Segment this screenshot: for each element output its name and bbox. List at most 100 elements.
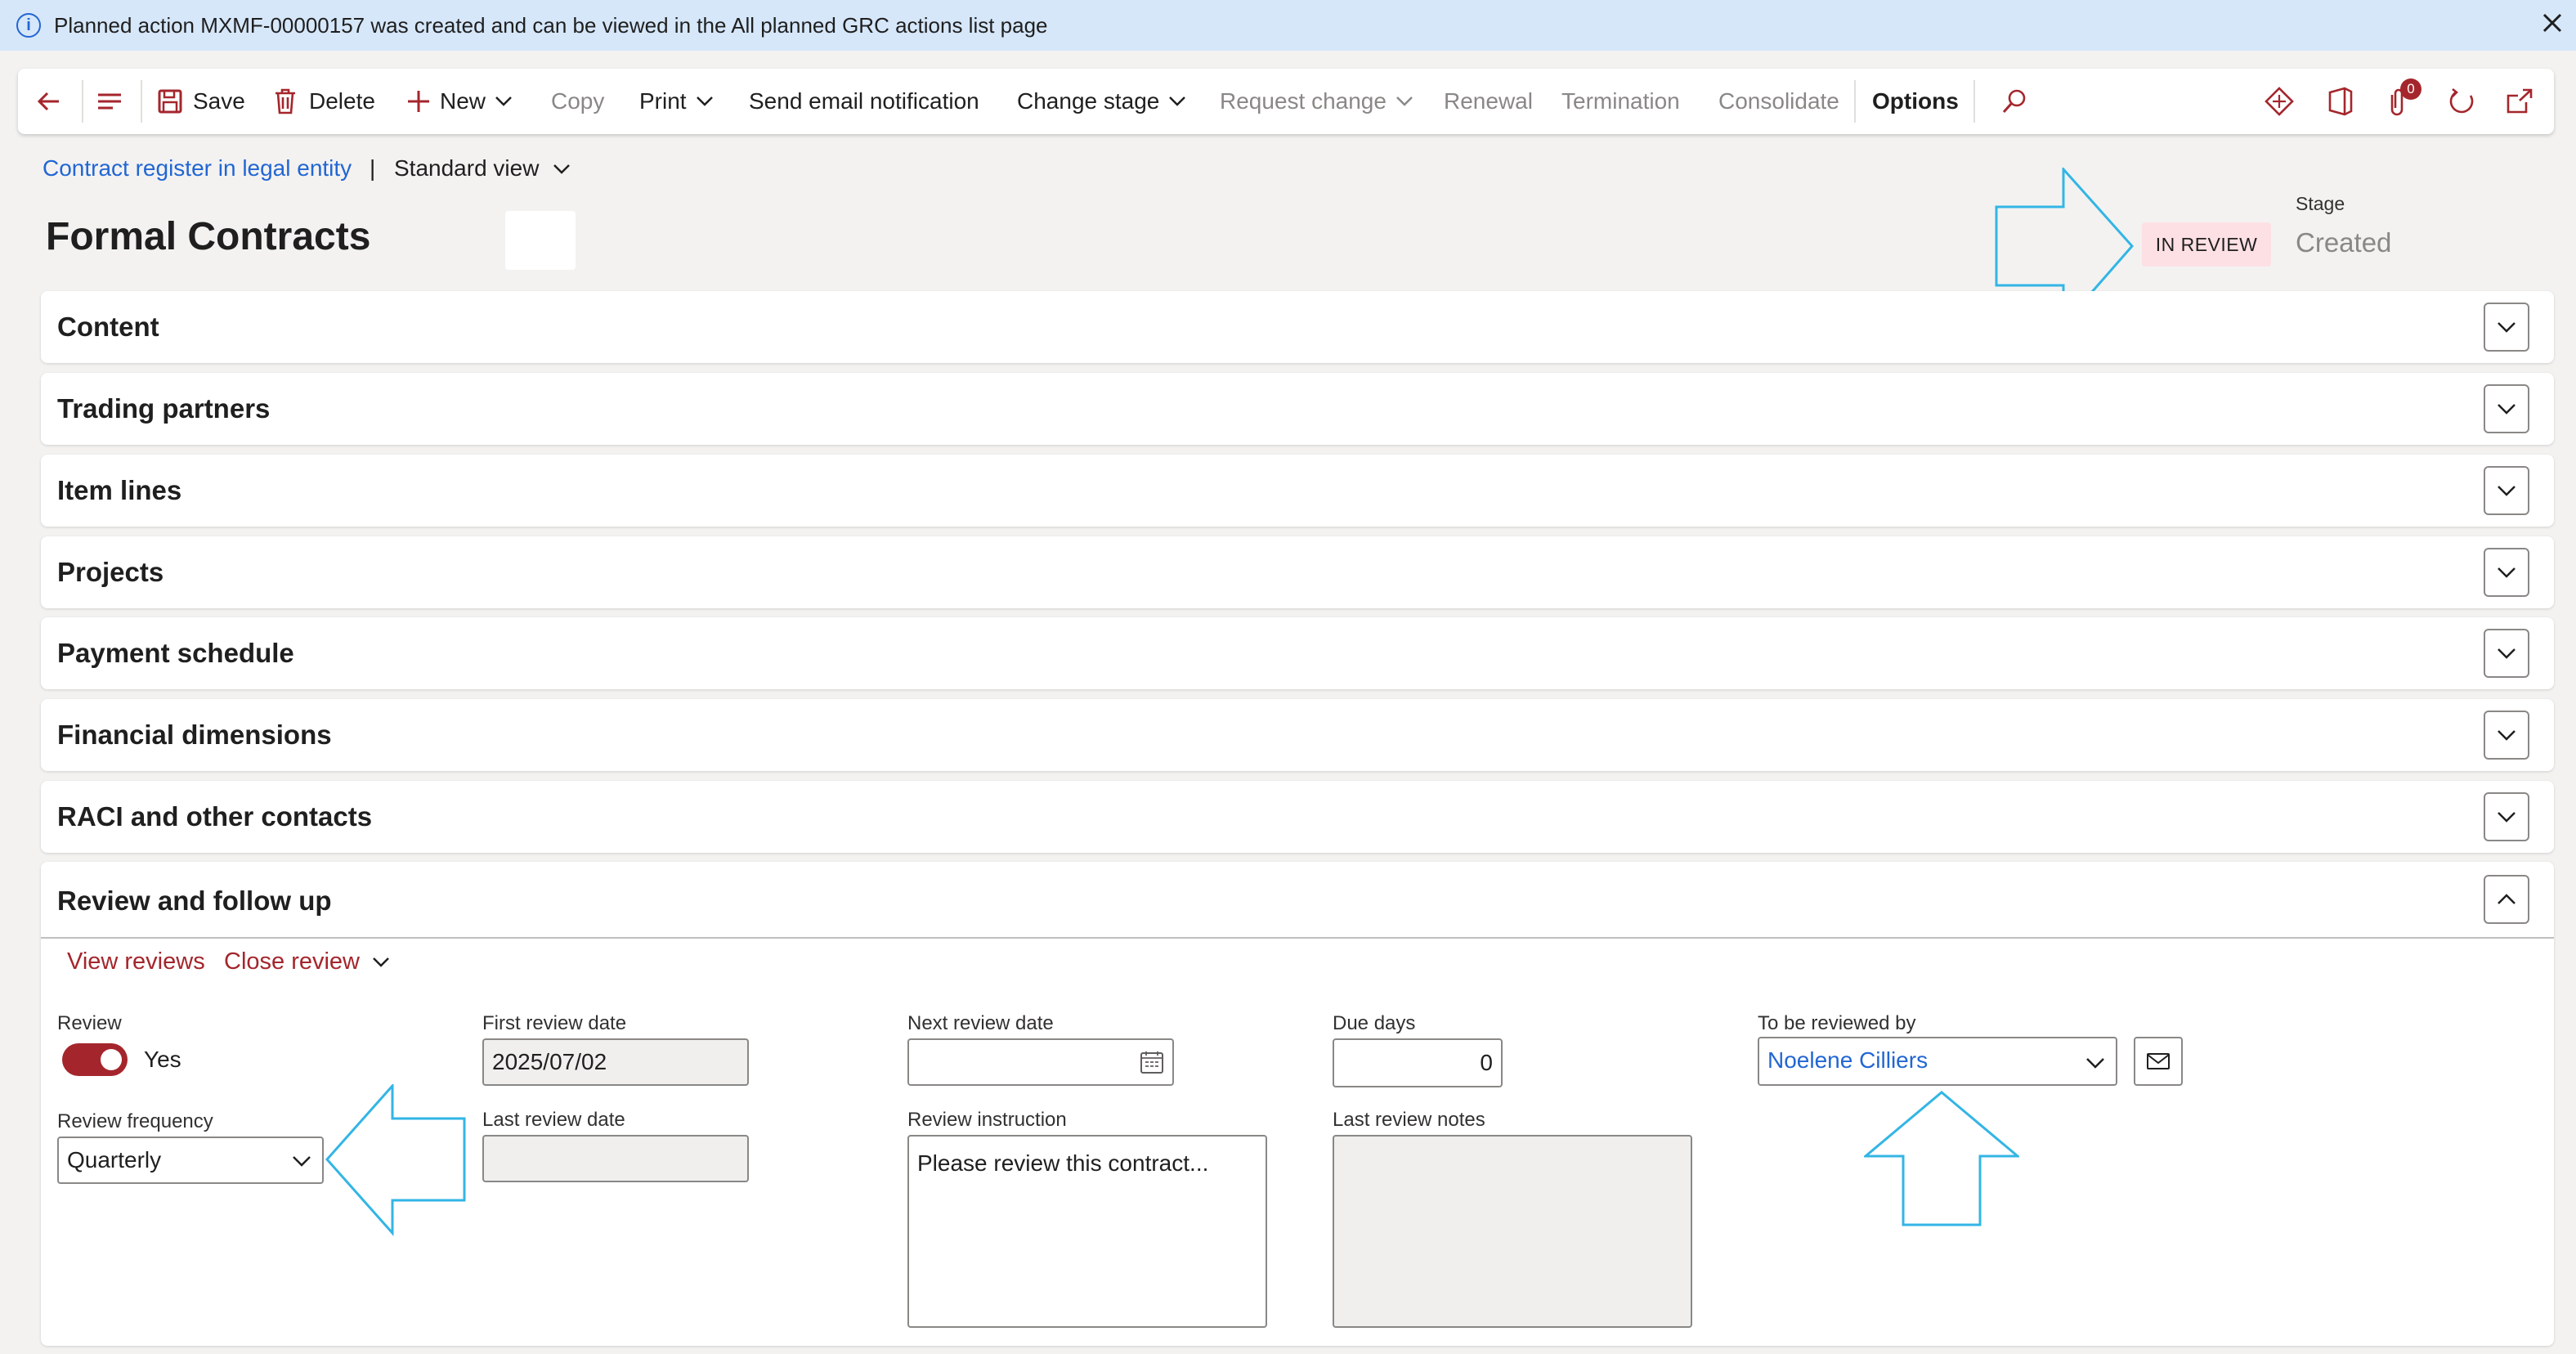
breadcrumb-link[interactable]: Contract register in legal entity [43, 155, 352, 182]
refresh-button[interactable] [2446, 69, 2477, 134]
attachments-button[interactable]: 0 [2384, 69, 2421, 134]
chevron-up-icon [2498, 894, 2516, 904]
review-instruction-textarea[interactable]: Please review this contract... [907, 1135, 1267, 1328]
section-title: Trading partners [57, 393, 271, 424]
diamond-icon[interactable] [2263, 69, 2296, 134]
expand-button[interactable] [2484, 792, 2529, 841]
section-financial-dimensions[interactable]: Financial dimensions [41, 699, 2554, 771]
review-toggle[interactable] [62, 1043, 128, 1076]
review-toggle-value: Yes [144, 1047, 181, 1072]
close-icon[interactable] [2538, 8, 2567, 38]
status-badge: IN REVIEW [2142, 222, 2271, 267]
stage-label: Stage [2296, 193, 2345, 214]
first-review-date-field[interactable]: 2025/07/02 [482, 1038, 749, 1086]
banner-message: Planned action MXMF-00000157 was created… [54, 13, 1048, 38]
action-toolbar: Save Delete New Copy Print Send email no… [18, 69, 2554, 134]
trash-icon [276, 88, 295, 114]
review-instruction-value: Please review this contract... [917, 1150, 1209, 1176]
plus-icon [408, 91, 429, 112]
section-content[interactable]: Content [41, 291, 2554, 363]
termination-button[interactable]: Termination [1561, 69, 1680, 134]
new-button[interactable]: New [405, 69, 513, 134]
new-label: New [440, 88, 486, 114]
save-button[interactable]: Save [157, 69, 245, 134]
options-button[interactable]: Options [1872, 69, 1959, 134]
calendar-icon[interactable] [1140, 1050, 1164, 1074]
search-icon [2002, 89, 2026, 114]
last-review-notes-label: Last review notes [1333, 1109, 1485, 1131]
section-title: Item lines [57, 475, 182, 505]
termination-label: Termination [1561, 88, 1680, 114]
reviewer-label: To be reviewed by [1758, 1012, 1916, 1034]
view-reviews-button[interactable]: View reviews [67, 948, 205, 975]
save-label: Save [193, 88, 245, 114]
send-email-label: Send email notification [749, 88, 979, 114]
chevron-down-icon [553, 164, 571, 174]
last-review-notes-textarea[interactable] [1333, 1135, 1692, 1328]
due-days-value: 0 [1480, 1050, 1493, 1075]
chevron-down-icon [2498, 730, 2516, 741]
office-icon[interactable] [2327, 69, 2354, 134]
back-arrow-icon [37, 92, 59, 111]
section-projects[interactable]: Projects [41, 536, 2554, 608]
view-selector-label: Standard view [394, 155, 540, 181]
envelope-icon [2147, 1053, 2170, 1069]
section-divider [41, 937, 2554, 939]
reviewer-select[interactable]: Noelene Cilliers [1758, 1037, 2117, 1086]
review-frequency-select[interactable]: Quarterly [57, 1137, 324, 1184]
expand-button[interactable] [2484, 384, 2529, 433]
due-days-field[interactable]: 0 [1333, 1038, 1503, 1087]
section-title: Projects [57, 557, 164, 587]
consolidate-label: Consolidate [1718, 88, 1839, 114]
request-change-button[interactable]: Request change [1220, 69, 1414, 134]
copy-button[interactable]: Copy [551, 69, 604, 134]
last-review-date-field[interactable] [482, 1135, 749, 1182]
options-label: Options [1872, 88, 1959, 114]
open-new-window-button[interactable] [2503, 69, 2534, 134]
search-button[interactable] [2000, 69, 2029, 134]
send-email-button[interactable]: Send email notification [749, 69, 979, 134]
section-trading-partners[interactable]: Trading partners [41, 373, 2554, 445]
toggle-knob [101, 1049, 122, 1070]
chevron-down-icon [2498, 486, 2516, 496]
section-payment-schedule[interactable]: Payment schedule [41, 617, 2554, 689]
info-icon: i [16, 13, 41, 38]
annotation-arrow-up [1864, 1091, 2019, 1226]
chevron-down-icon [1169, 96, 1186, 106]
breadcrumb-separator: | [370, 155, 376, 181]
consolidate-button[interactable]: Consolidate [1718, 69, 1839, 134]
expand-button[interactable] [2484, 548, 2529, 597]
expand-button[interactable] [2484, 303, 2529, 352]
expand-button[interactable] [2484, 629, 2529, 678]
review-frequency-value: Quarterly [67, 1147, 162, 1172]
renewal-button[interactable]: Renewal [1444, 69, 1533, 134]
change-stage-button[interactable]: Change stage [1017, 69, 1187, 134]
chevron-down-icon [2498, 322, 2516, 333]
section-raci-contacts[interactable]: RACI and other contacts [41, 781, 2554, 853]
view-selector[interactable]: Standard view [394, 155, 571, 182]
chevron-down-icon [1396, 96, 1413, 106]
expand-button[interactable] [2484, 711, 2529, 760]
back-button[interactable] [34, 69, 64, 134]
first-review-date-value: 2025/07/02 [492, 1049, 607, 1074]
request-change-label: Request change [1220, 88, 1387, 114]
delete-label: Delete [309, 88, 375, 114]
due-days-label: Due days [1333, 1012, 1416, 1034]
next-review-date-field[interactable] [907, 1038, 1174, 1086]
expand-button[interactable] [2484, 466, 2529, 515]
print-button[interactable]: Print [639, 69, 715, 134]
delete-button[interactable]: Delete [273, 69, 375, 134]
chevron-down-icon [293, 1156, 311, 1167]
close-review-button[interactable]: Close review [224, 948, 391, 975]
reviewer-value: Noelene Cilliers [1767, 1047, 1929, 1073]
section-item-lines[interactable]: Item lines [41, 455, 2554, 527]
save-icon [158, 89, 182, 114]
attachments-count-badge: 0 [2400, 78, 2421, 100]
chevron-down-icon [2498, 567, 2516, 578]
menu-button[interactable] [95, 69, 124, 134]
section-title: Content [57, 312, 159, 342]
collapse-button[interactable] [2484, 875, 2529, 924]
chevron-down-icon [495, 96, 512, 106]
email-reviewer-button[interactable] [2134, 1037, 2183, 1086]
lines-icon [98, 93, 121, 110]
